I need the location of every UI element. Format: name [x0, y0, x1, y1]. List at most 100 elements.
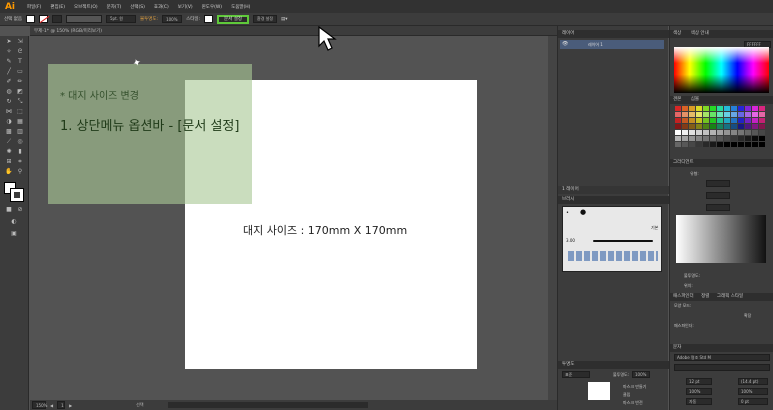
- draw-mode-icon[interactable]: ◐: [10, 218, 18, 226]
- swatch-cell[interactable]: [703, 130, 709, 135]
- gradient-aspect-field[interactable]: [706, 192, 730, 199]
- swatch-cell[interactable]: [738, 106, 744, 111]
- swatch-cell[interactable]: [759, 118, 765, 123]
- magic-wand-tool-icon[interactable]: ✧: [5, 48, 13, 56]
- scale-tool-icon[interactable]: ⤡: [16, 98, 24, 106]
- swatch-cell[interactable]: [703, 106, 709, 111]
- swatch-cell[interactable]: [752, 112, 758, 117]
- stroke-weight-field[interactable]: [52, 15, 62, 23]
- graphic-styles-tab[interactable]: 그래픽 스타일: [717, 294, 743, 299]
- swatch-cell[interactable]: [682, 112, 688, 117]
- swatch-cell[interactable]: [731, 136, 737, 141]
- brush-pattern-row[interactable]: [568, 251, 658, 261]
- swatch-cell[interactable]: [731, 124, 737, 129]
- swatch-cell[interactable]: [745, 136, 751, 141]
- pencil-tool-icon[interactable]: ✏: [16, 78, 24, 86]
- swatch-cell[interactable]: [717, 112, 723, 117]
- swatch-cell[interactable]: [696, 106, 702, 111]
- horizontal-scrollbar[interactable]: [167, 402, 368, 408]
- zoom-tool-icon[interactable]: ⚲: [16, 168, 24, 176]
- blend-mode-select[interactable]: 표준: [562, 371, 590, 378]
- variable-width-profile[interactable]: [66, 15, 102, 23]
- swatch-cell[interactable]: [689, 142, 695, 147]
- gradient-ramp[interactable]: [676, 215, 766, 263]
- symbols-tab[interactable]: 심볼: [691, 97, 699, 102]
- swatch-cell[interactable]: [682, 106, 688, 111]
- swatch-cell[interactable]: [696, 112, 702, 117]
- kerning-field[interactable]: 자동: [686, 398, 712, 405]
- swatch-cell[interactable]: [710, 130, 716, 135]
- swatch-cell[interactable]: [759, 112, 765, 117]
- visibility-eye-icon[interactable]: 👁: [562, 41, 568, 47]
- perspective-grid-tool-icon[interactable]: ▦: [16, 118, 24, 126]
- swatch-cell[interactable]: [745, 112, 751, 117]
- leading-field[interactable]: (14.4 pt): [738, 378, 768, 385]
- font-family-field[interactable]: Adobe 명조 Std M: [674, 354, 770, 361]
- color-guide-tab[interactable]: 색상 안내: [691, 31, 709, 36]
- character-panel-header[interactable]: 문자: [670, 344, 773, 352]
- expand-button[interactable]: 확장: [744, 313, 751, 319]
- swatch-cell[interactable]: [696, 142, 702, 147]
- swatch-cell[interactable]: [731, 112, 737, 117]
- direct-selection-tool-icon[interactable]: ⇲: [16, 38, 24, 46]
- blend-tool-icon[interactable]: ◎: [16, 138, 24, 146]
- menu-effect[interactable]: 효과(C): [154, 4, 169, 10]
- swatch-cell[interactable]: [675, 142, 681, 147]
- swatch-cell[interactable]: [703, 142, 709, 147]
- opacity-field[interactable]: 100%: [162, 15, 183, 23]
- swatch-cell[interactable]: [738, 112, 744, 117]
- arrange-icon[interactable]: ▤▾: [281, 17, 288, 22]
- color-mode-icon[interactable]: ■: [5, 206, 13, 214]
- document-tab[interactable]: 무제-1* @ 150% (RGB/미리보기): [30, 26, 557, 36]
- menu-object[interactable]: 오브젝트(O): [74, 4, 98, 10]
- swatch-cell[interactable]: [717, 124, 723, 129]
- brush-stroke-preview[interactable]: [593, 240, 653, 242]
- gradient-position-field[interactable]: [706, 204, 730, 211]
- gradient-tool-icon[interactable]: ▥: [16, 128, 24, 136]
- swatch-cell[interactable]: [724, 130, 730, 135]
- swatch-cell[interactable]: [759, 124, 765, 129]
- swatch-cell[interactable]: [689, 112, 695, 117]
- swatch-cell[interactable]: [696, 124, 702, 129]
- menu-help[interactable]: 도움말(H): [231, 4, 250, 10]
- hand-tool-icon[interactable]: ✋: [5, 168, 13, 176]
- swatch-cell[interactable]: [759, 136, 765, 141]
- swatch-cell[interactable]: [675, 112, 681, 117]
- eyedropper-tool-icon[interactable]: ⟋: [5, 138, 13, 146]
- swatch-cell[interactable]: [731, 130, 737, 135]
- width-tool-icon[interactable]: ⋈: [5, 108, 13, 116]
- swatch-cell[interactable]: [738, 124, 744, 129]
- swatch-cell[interactable]: [745, 142, 751, 147]
- swatch-cell[interactable]: [724, 136, 730, 141]
- free-transform-tool-icon[interactable]: ⬚: [16, 108, 24, 116]
- paintbrush-tool-icon[interactable]: ✐: [5, 78, 13, 86]
- shape-builder-tool-icon[interactable]: ◑: [5, 118, 13, 126]
- selection-tool-icon[interactable]: ➤: [5, 38, 13, 46]
- swatch-cell[interactable]: [724, 106, 730, 111]
- swatch-cell[interactable]: [682, 142, 688, 147]
- opacity-label[interactable]: 불투명도:: [140, 16, 158, 22]
- blob-brush-tool-icon[interactable]: ◍: [5, 88, 13, 96]
- swatch-cell[interactable]: [703, 112, 709, 117]
- swatch-cell[interactable]: [745, 118, 751, 123]
- preferences-button[interactable]: 환경 설정: [253, 15, 278, 23]
- swatches-grid[interactable]: [675, 106, 765, 147]
- swatch-cell[interactable]: [717, 130, 723, 135]
- swatch-cell[interactable]: [689, 136, 695, 141]
- swatch-cell[interactable]: [724, 112, 730, 117]
- next-artboard-icon[interactable]: ▶: [69, 403, 72, 408]
- document-setup-button[interactable]: 문서 설정: [217, 14, 250, 24]
- menu-view[interactable]: 보기(V): [178, 4, 193, 10]
- none-mode-icon[interactable]: ⊘: [16, 206, 24, 214]
- swatch-cell[interactable]: [752, 142, 758, 147]
- transparency-opacity-field[interactable]: 100%: [632, 371, 650, 378]
- swatch-cell[interactable]: [738, 142, 744, 147]
- vertical-scrollbar[interactable]: [548, 36, 557, 400]
- artboard-number-field[interactable]: 1: [57, 401, 66, 409]
- swatch-cell[interactable]: [752, 136, 758, 141]
- pathfinder-tab[interactable]: 패스파인더: [673, 294, 694, 299]
- line-tool-icon[interactable]: ╱: [5, 68, 13, 76]
- swatch-cell[interactable]: [710, 106, 716, 111]
- invert-mask-checkbox[interactable]: 마스크 반전: [623, 400, 643, 406]
- swatch-cell[interactable]: [752, 106, 758, 111]
